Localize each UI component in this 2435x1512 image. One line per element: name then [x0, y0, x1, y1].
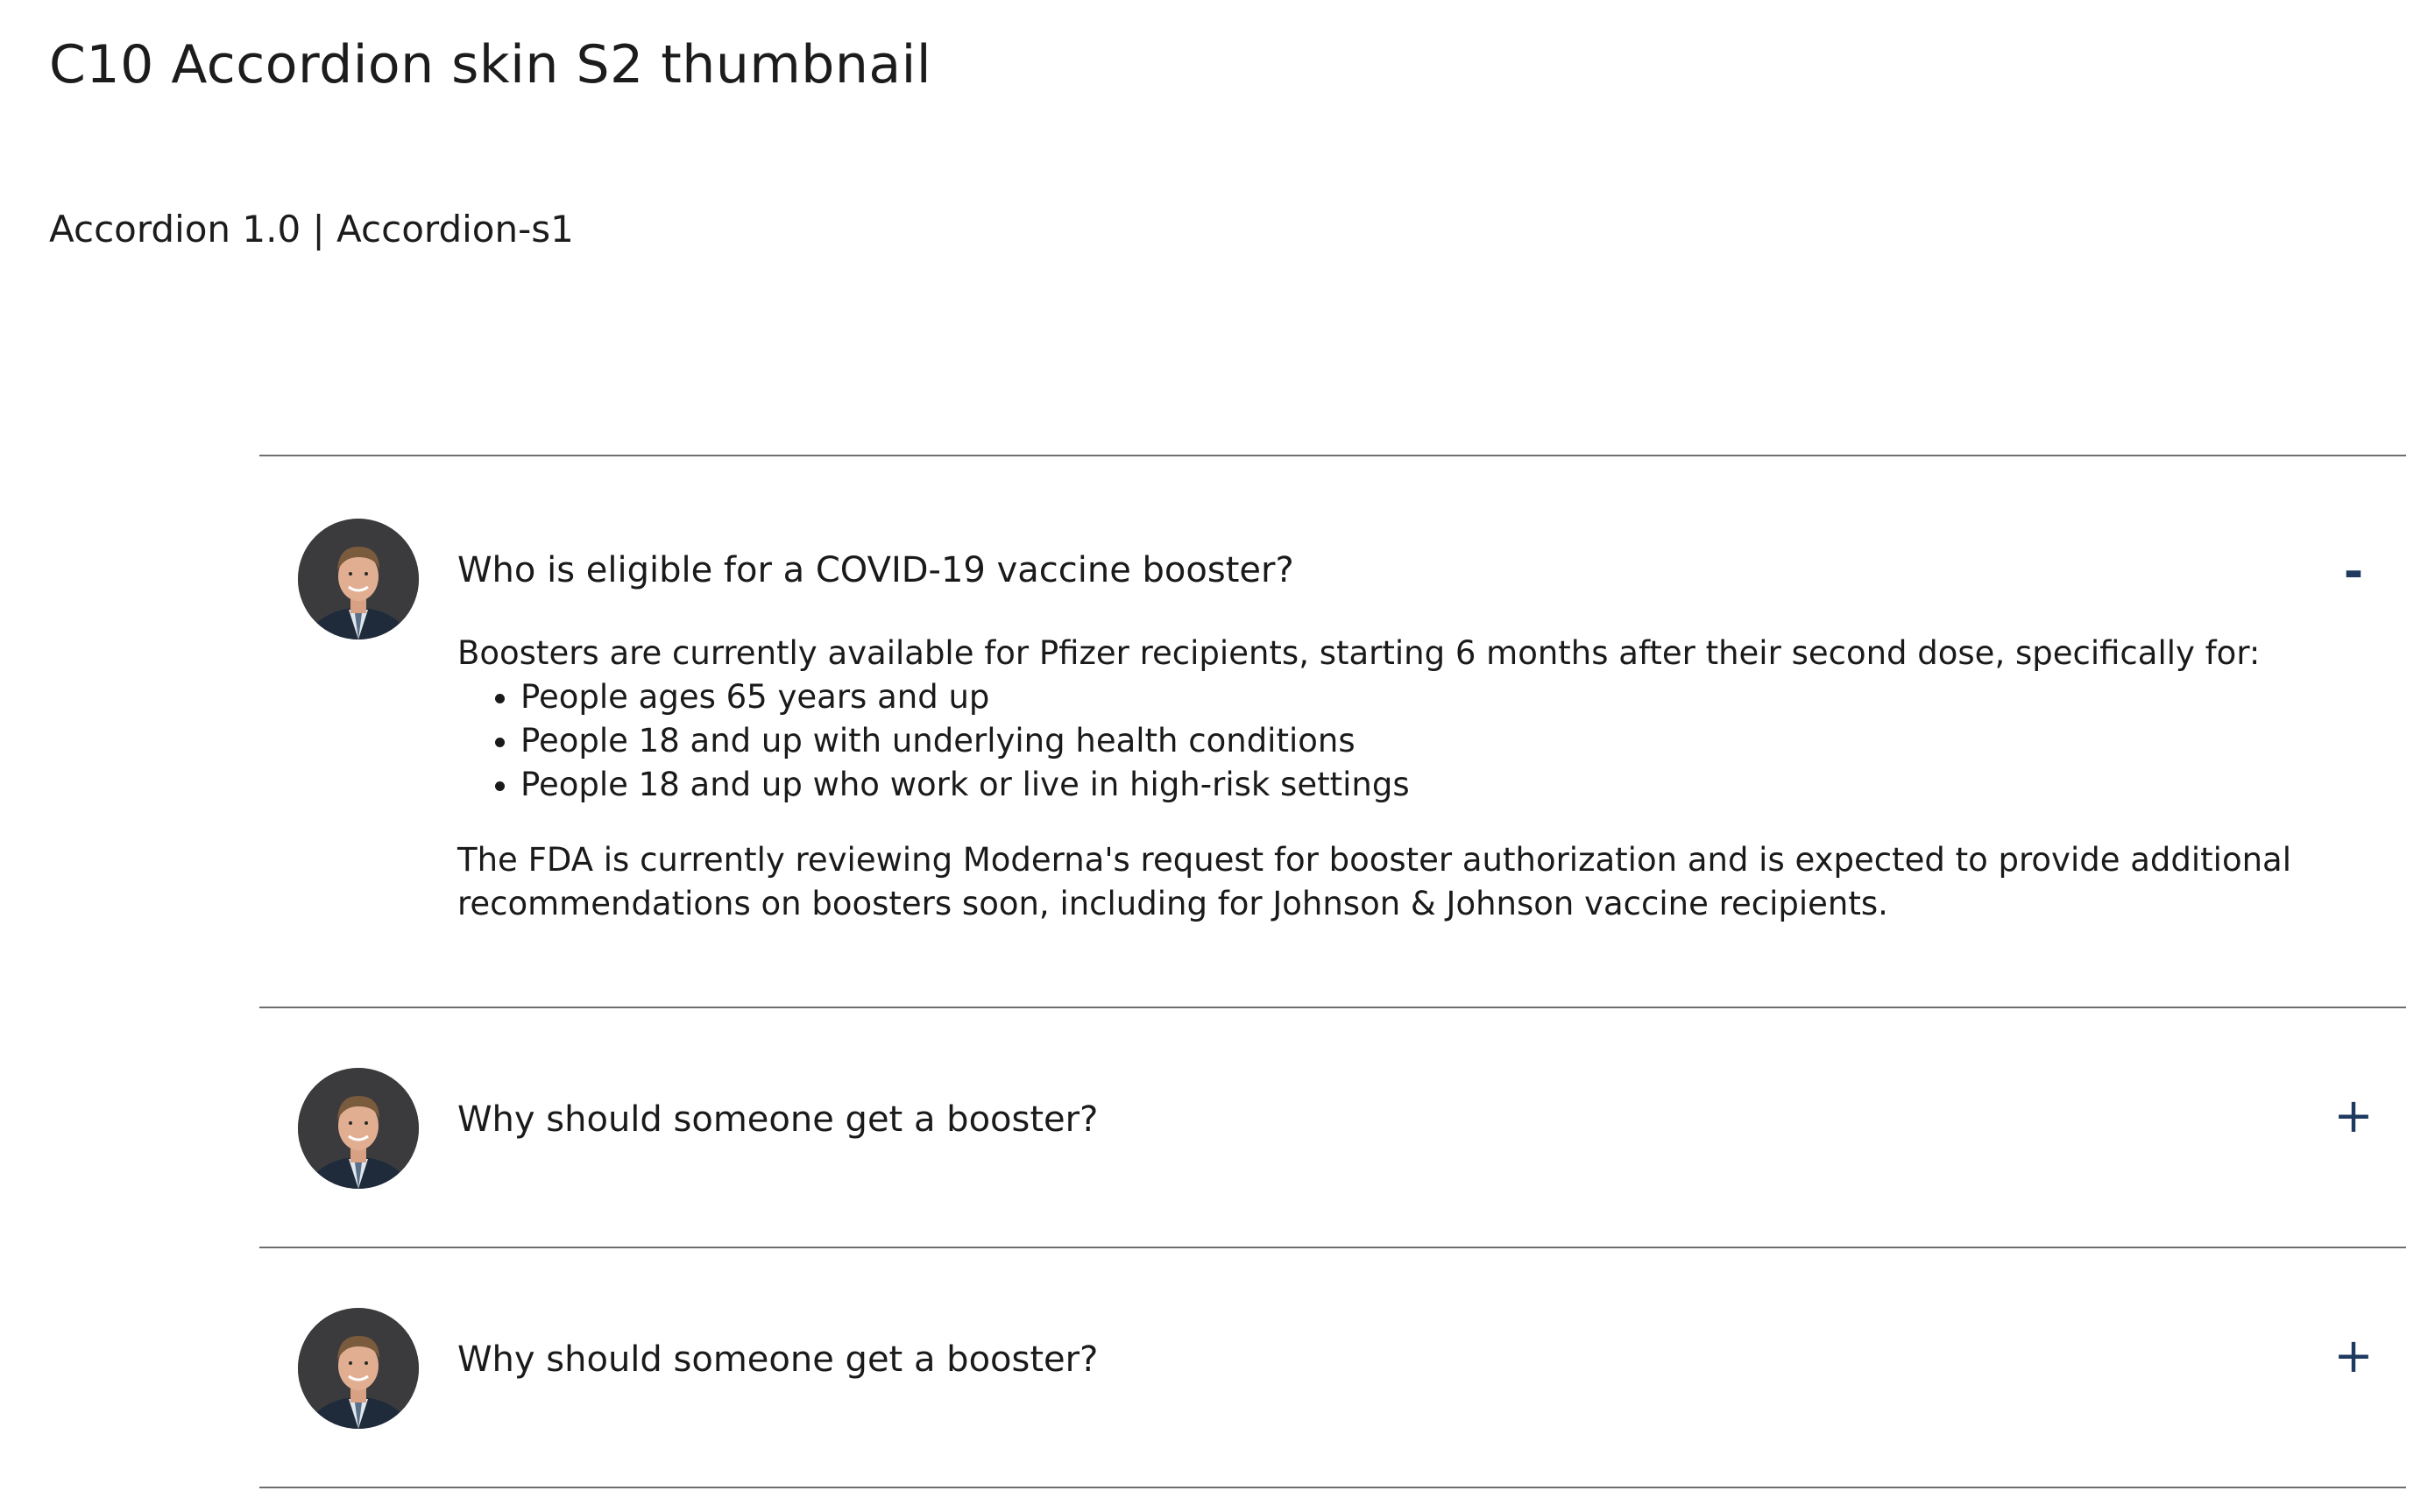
accordion-item: Why should someone get a booster? + — [259, 1008, 2406, 1248]
minus-icon[interactable]: - — [2327, 546, 2380, 598]
list-item: People ages 65 years and up — [520, 675, 2406, 719]
answer-outro: The FDA is currently reviewing Moderna's… — [457, 841, 2291, 922]
answer-bullet-list: People ages 65 years and up People 18 an… — [457, 675, 2406, 807]
person-avatar-icon — [298, 1068, 419, 1189]
accordion-question: Why should someone get a booster? — [457, 1339, 1099, 1380]
accordion-question: Why should someone get a booster? — [457, 1099, 1099, 1140]
accordion-header[interactable]: Why should someone get a booster? + — [457, 1330, 2406, 1403]
accordion-item: Why should someone get a booster? + — [259, 1248, 2406, 1488]
plus-icon[interactable]: + — [2327, 1090, 2380, 1142]
accordion-question: Who is eligible for a COVID-19 vaccine b… — [457, 550, 1294, 590]
accordion-header[interactable]: Who is eligible for a COVID-19 vaccine b… — [457, 544, 2406, 614]
answer-intro: Boosters are currently available for Pfi… — [457, 634, 2261, 672]
accordion-header[interactable]: Why should someone get a booster? + — [457, 1090, 2406, 1163]
page-subtitle: Accordion 1.0 | Accordion-s1 — [49, 208, 574, 251]
page-title: C10 Accordion skin S2 thumbnail — [49, 34, 932, 95]
accordion-answer: Boosters are currently available for Pfi… — [457, 632, 2406, 926]
accordion-item: Who is eligible for a COVID-19 vaccine b… — [259, 456, 2406, 1008]
list-item: People 18 and up who work or live in hig… — [520, 763, 2406, 807]
avatar — [298, 1068, 419, 1189]
avatar — [298, 519, 419, 639]
plus-icon[interactable]: + — [2327, 1330, 2380, 1382]
list-item: People 18 and up with underlying health … — [520, 719, 2406, 763]
avatar — [298, 1308, 419, 1429]
accordion: Who is eligible for a COVID-19 vaccine b… — [259, 455, 2406, 1488]
person-avatar-icon — [298, 519, 419, 639]
person-avatar-icon — [298, 1308, 419, 1429]
